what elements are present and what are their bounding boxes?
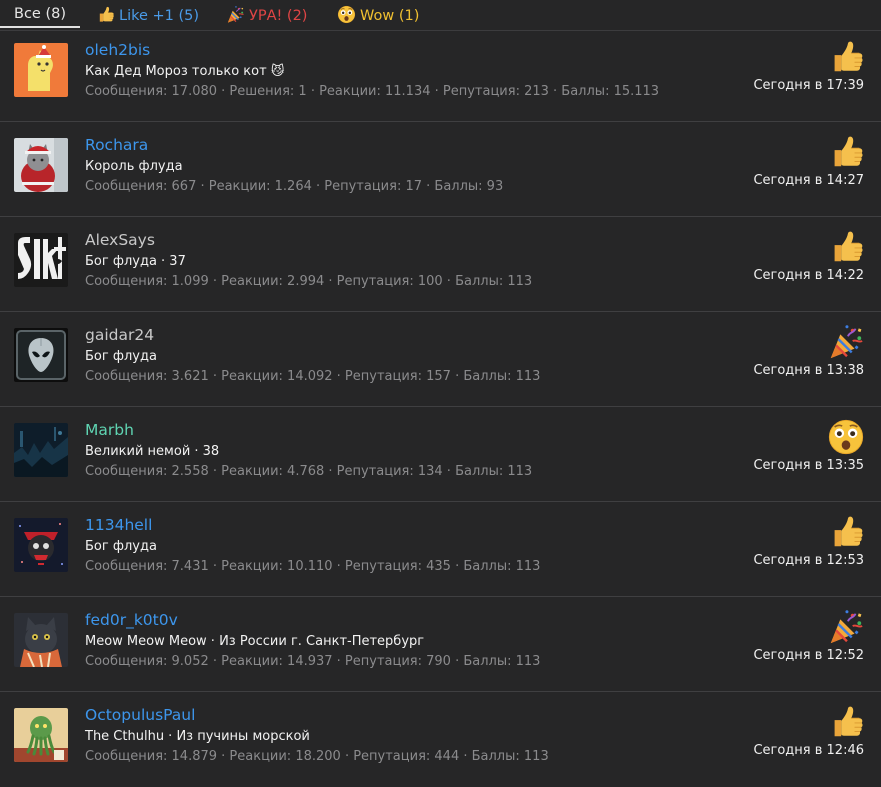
avatar[interactable] xyxy=(14,328,68,382)
list-item: AlexSays Бог флуда · 37 Сообщения: 1.099… xyxy=(0,217,881,312)
avatar[interactable] xyxy=(14,708,68,762)
username[interactable]: Rochara xyxy=(85,135,148,155)
reactions-list: oleh2bis Как Дед Мороз только кот 😼 Сооб… xyxy=(0,27,881,787)
logo-avatar xyxy=(14,233,68,287)
user-title: The Cthulhu · Из пучины морской xyxy=(85,729,310,744)
llama-avatar xyxy=(14,43,68,97)
skull-avatar xyxy=(14,518,68,572)
tab-all[interactable]: Все (8) xyxy=(14,5,66,24)
user-stats: Сообщения: 7.431 · Реакции: 10.110 · Реп… xyxy=(85,559,541,574)
avatar[interactable] xyxy=(14,423,68,477)
username[interactable]: 1134hell xyxy=(85,515,152,535)
list-item: OctopulusPaul The Cthulhu · Из пучины мо… xyxy=(0,692,881,787)
tab-like-label: Like +1 (5) xyxy=(119,8,200,24)
user-stats: Сообщения: 9.052 · Реакции: 14.937 · Реп… xyxy=(85,654,541,669)
reaction-time[interactable]: Сегодня в 17:39 xyxy=(753,77,864,95)
reaction-time[interactable]: Сегодня в 12:52 xyxy=(753,647,864,665)
user-stats: Сообщения: 3.621 · Реакции: 14.092 · Реп… xyxy=(85,369,541,384)
user-title: Бог флуда xyxy=(85,539,157,554)
reaction-time[interactable]: Сегодня в 13:35 xyxy=(753,457,864,475)
user-stats: Сообщения: 14.879 · Реакции: 18.200 · Ре… xyxy=(85,749,549,764)
avatar[interactable] xyxy=(14,233,68,287)
username[interactable]: gaidar24 xyxy=(85,325,154,345)
user-stats: Сообщения: 2.558 · Реакции: 4.768 · Репу… xyxy=(85,464,533,479)
tab-wow[interactable]: Wow (1) xyxy=(337,5,419,26)
list-item: 1134hell Бог флуда Сообщения: 7.431 · Ре… xyxy=(0,502,881,597)
cat-santa-avatar xyxy=(14,138,68,192)
username[interactable]: AlexSays xyxy=(85,230,155,250)
thumbs-up-icon xyxy=(827,228,865,266)
user-title: Великий немой · 38 xyxy=(85,444,220,459)
thumbs-up-icon xyxy=(827,513,865,551)
cthulhu-avatar xyxy=(14,708,68,762)
user-title: Meow Meow Meow · Из России г. Санкт-Пете… xyxy=(85,634,425,649)
wow-face-icon xyxy=(337,5,356,24)
reaction-time[interactable]: Сегодня в 14:22 xyxy=(753,267,864,285)
tab-hooray-label: УРА! (2) xyxy=(249,8,308,24)
avatar[interactable] xyxy=(14,138,68,192)
list-item: oleh2bis Как Дед Мороз только кот 😼 Сооб… xyxy=(0,27,881,122)
dark-scene-avatar xyxy=(14,423,68,477)
username[interactable]: Marbh xyxy=(85,420,134,440)
username[interactable]: OctopulusPaul xyxy=(85,705,195,725)
thumbs-up-icon xyxy=(827,38,865,76)
alien-avatar xyxy=(14,328,68,382)
user-title: Бог флуда xyxy=(85,349,157,364)
party-popper-icon xyxy=(827,323,865,361)
username[interactable]: oleh2bis xyxy=(85,40,150,60)
list-item: gaidar24 Бог флуда Сообщения: 3.621 · Ре… xyxy=(0,312,881,407)
list-item: fed0r_k0t0v Meow Meow Meow · Из России г… xyxy=(0,597,881,692)
thumbs-up-icon xyxy=(827,703,865,741)
user-stats: Сообщения: 17.080 · Решения: 1 · Реакции… xyxy=(85,84,660,99)
user-title: Как Дед Мороз только кот 😼 xyxy=(85,64,285,79)
tab-all-label: Все (8) xyxy=(14,6,66,22)
list-item: Rochara Король флуда Сообщения: 667 · Ре… xyxy=(0,122,881,217)
avatar[interactable] xyxy=(14,518,68,572)
user-stats: Сообщения: 667 · Реакции: 1.264 · Репута… xyxy=(85,179,504,194)
reaction-time[interactable]: Сегодня в 12:53 xyxy=(753,552,864,570)
reaction-time[interactable]: Сегодня в 13:38 xyxy=(753,362,864,380)
tab-hooray[interactable]: УРА! (2) xyxy=(226,5,307,26)
user-stats: Сообщения: 1.099 · Реакции: 2.994 · Репу… xyxy=(85,274,533,289)
wow-face-icon xyxy=(827,418,865,456)
list-item: Marbh Великий немой · 38 Сообщения: 2.55… xyxy=(0,407,881,502)
party-popper-icon xyxy=(827,608,865,646)
thumbs-up-icon xyxy=(96,5,115,24)
tab-like[interactable]: Like +1 (5) xyxy=(96,5,199,26)
reaction-time[interactable]: Сегодня в 14:27 xyxy=(753,172,864,190)
username[interactable]: fed0r_k0t0v xyxy=(85,610,178,630)
party-popper-icon xyxy=(226,5,245,24)
avatar[interactable] xyxy=(14,613,68,667)
cat-scarf-avatar xyxy=(14,613,68,667)
user-title: Бог флуда · 37 xyxy=(85,254,186,269)
reaction-time[interactable]: Сегодня в 12:46 xyxy=(753,742,864,760)
thumbs-up-icon xyxy=(827,133,865,171)
avatar[interactable] xyxy=(14,43,68,97)
user-title: Король флуда xyxy=(85,159,183,174)
tab-wow-label: Wow (1) xyxy=(360,8,420,24)
